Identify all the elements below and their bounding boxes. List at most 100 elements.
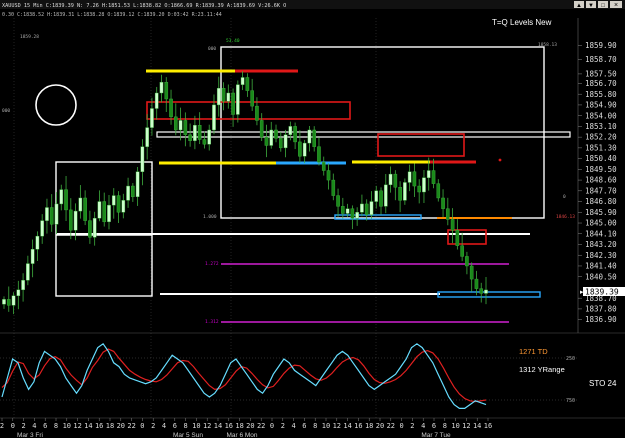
- candle-down: [460, 245, 464, 257]
- candle-up: [159, 82, 164, 94]
- candle-up: [21, 280, 25, 291]
- candle-up: [283, 134, 288, 149]
- price-tick-label: 1848.60: [585, 176, 617, 185]
- price-tick-label: 1855.80: [585, 90, 617, 99]
- time-tick-label: 14: [84, 422, 92, 430]
- annotation-text: 0: [563, 194, 566, 200]
- candle-up: [92, 218, 97, 238]
- candle-up: [2, 299, 6, 305]
- candle-down: [221, 88, 226, 102]
- annotation-text: 1859.28: [20, 34, 39, 40]
- time-tick-label: 20: [376, 422, 384, 430]
- candle-up: [355, 212, 359, 219]
- price-tick-label: 1845.90: [585, 208, 617, 217]
- price-tick-label: 1843.20: [585, 240, 617, 249]
- candle-down: [398, 187, 402, 201]
- candle-up: [216, 88, 221, 106]
- candle-down: [202, 139, 207, 145]
- time-tick-label: 18: [106, 422, 114, 430]
- candle-down: [412, 171, 417, 187]
- candle-up: [484, 289, 488, 294]
- candle-up: [54, 203, 59, 225]
- candle-down: [245, 77, 250, 91]
- osc-tick-label: 750: [566, 398, 575, 404]
- restore-icon: ▼: [588, 3, 594, 9]
- candle-down: [431, 170, 436, 184]
- last-price-label: 1839.39: [585, 288, 619, 297]
- candle-up: [26, 263, 30, 281]
- candle-down: [441, 197, 445, 209]
- candle-down: [278, 138, 283, 149]
- annotation-text: 1.312: [205, 319, 219, 325]
- candle-down: [336, 195, 340, 207]
- candle-up: [388, 173, 393, 186]
- price-tick-label: 1852.20: [585, 133, 617, 142]
- time-tick-label: 20: [246, 422, 254, 430]
- price-tick-label: 1845.00: [585, 219, 617, 228]
- candle-down: [64, 189, 68, 211]
- candle-up: [30, 249, 35, 264]
- time-tick-label: 2: [281, 422, 285, 430]
- candle-up: [407, 171, 412, 183]
- time-tick-label: 16: [484, 422, 492, 430]
- candle-down: [350, 208, 355, 219]
- candle-down: [474, 278, 479, 289]
- candle-up: [269, 129, 274, 146]
- price-tick-label: 1856.70: [585, 79, 617, 88]
- candle-up: [126, 185, 130, 201]
- annotation-text: 000: [2, 108, 10, 114]
- candle-down: [231, 92, 235, 115]
- candle-up: [307, 129, 312, 144]
- annotation-text: 000: [208, 46, 216, 52]
- time-tick-label: 12: [462, 422, 470, 430]
- time-tick-label: 0: [11, 422, 15, 430]
- candle-up: [11, 295, 16, 306]
- candle-down: [446, 208, 450, 220]
- time-tick-label: 6: [432, 422, 436, 430]
- price-tick-label: 1847.70: [585, 186, 617, 195]
- price-tick-label: 1853.10: [585, 122, 617, 131]
- last-price-marker: 1839.39 ▸: [580, 287, 625, 297]
- candle-down: [250, 90, 254, 107]
- time-tick-label: 2: [0, 422, 4, 430]
- time-tick-label: 4: [162, 422, 166, 430]
- candle-down: [326, 170, 331, 181]
- close-icon: ×: [614, 2, 618, 9]
- candle-up: [426, 170, 431, 178]
- candle-down: [69, 209, 73, 231]
- candle-up: [154, 92, 159, 109]
- symbol-line: XAUUSD 15 Min C:1839.39 N: 7.26 H:1851.5…: [2, 3, 286, 9]
- osc-label: STO 24: [589, 379, 617, 388]
- price-tick-label: 1851.30: [585, 143, 617, 152]
- candle-up: [97, 201, 102, 219]
- arrow-icon: ▸: [580, 289, 584, 296]
- window-controls: ▲ ▼ □ ×: [574, 1, 622, 9]
- candle-up: [35, 235, 40, 250]
- candle-up: [16, 289, 21, 296]
- time-tick-label: 4: [291, 422, 295, 430]
- time-tick-label: 14: [343, 422, 351, 430]
- candle-down: [341, 206, 345, 214]
- candle-down: [188, 134, 192, 141]
- candle-up: [78, 197, 83, 212]
- candle-down: [274, 129, 278, 139]
- time-tick-label: 8: [313, 422, 317, 430]
- time-tick-label: 16: [225, 422, 233, 430]
- price-tick-label: 1854.90: [585, 101, 617, 110]
- candle-up: [135, 171, 140, 197]
- legend-271-td: 1271 TD: [519, 347, 548, 356]
- candle-down: [88, 220, 92, 238]
- price-tick-label: 1842.30: [585, 251, 617, 260]
- candle-up: [422, 177, 426, 193]
- price-tick-label: 1846.80: [585, 197, 617, 206]
- time-tick-label: 4: [32, 422, 36, 430]
- time-tick-label: 22: [127, 422, 135, 430]
- date-label: Mar 3 Fri: [17, 432, 43, 438]
- candle-down: [169, 98, 173, 118]
- candle-down: [183, 120, 188, 135]
- candle-up: [121, 200, 126, 213]
- candle-up: [207, 129, 212, 145]
- candle-up: [212, 104, 216, 131]
- time-tick-label: 22: [257, 422, 265, 430]
- legend-312-yrange: 1312 YRange: [519, 365, 565, 374]
